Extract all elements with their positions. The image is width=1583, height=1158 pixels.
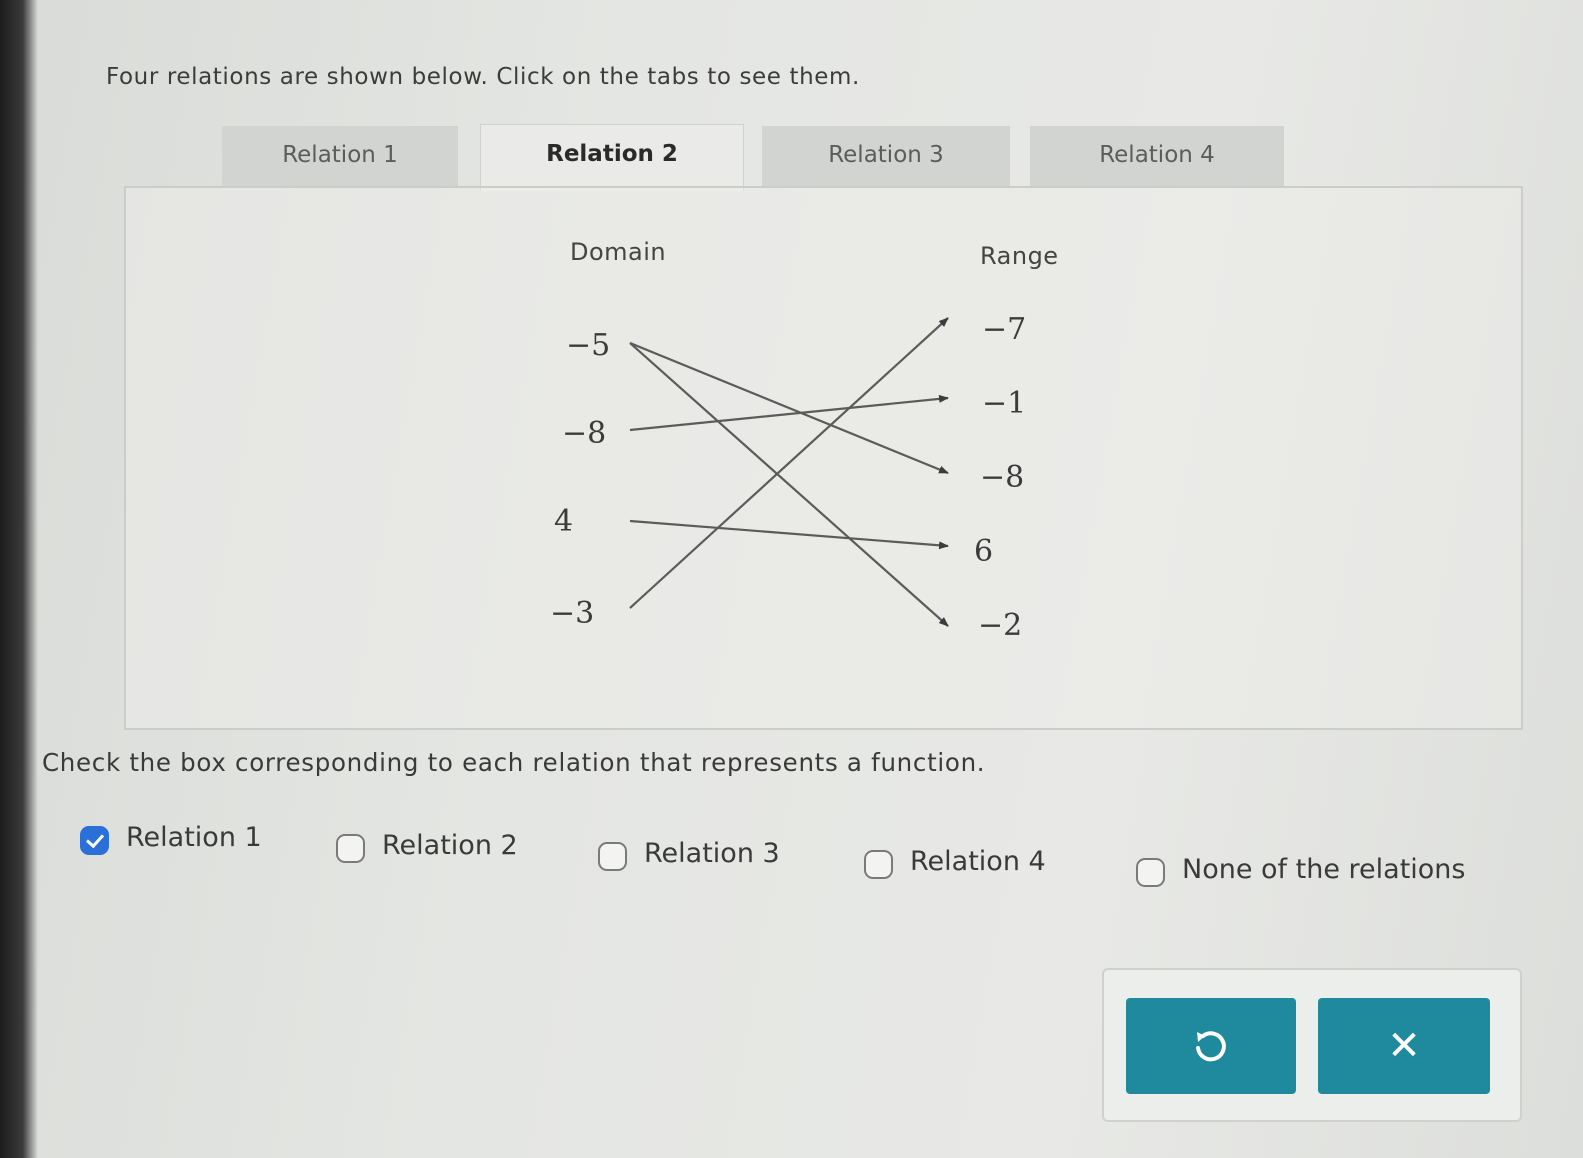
checkbox[interactable] [1136, 858, 1165, 887]
clear-button[interactable]: ✕ [1318, 998, 1490, 1094]
option-label: Relation 4 [910, 846, 1046, 877]
mapping-arrow [629, 394, 949, 432]
mapping-arrow [629, 342, 949, 627]
question-text: Check the box corresponding to each rela… [42, 748, 986, 777]
checkbox[interactable] [864, 850, 893, 879]
option-label: Relation 1 [126, 822, 262, 853]
relation-tabs: Relation 1 Relation 2 Relation 3 Relatio… [222, 124, 1292, 191]
close-icon: ✕ [1387, 1023, 1421, 1069]
option-label: Relation 3 [644, 838, 780, 869]
tab-relation-1[interactable]: Relation 1 [222, 126, 458, 188]
tab-relation-4[interactable]: Relation 4 [1030, 126, 1284, 188]
relation-panel: Domain Range −5 −8 4 −3 −7 −1 −8 6 −2 [124, 186, 1523, 730]
checkbox[interactable] [336, 834, 365, 863]
action-bar: ✕ [1102, 968, 1522, 1122]
mapping-arrow [629, 519, 949, 550]
undo-button[interactable] [1126, 998, 1296, 1094]
tab-relation-3[interactable]: Relation 3 [762, 126, 1010, 188]
checkbox[interactable] [598, 842, 627, 871]
checkbox[interactable] [80, 826, 109, 855]
tab-relation-2[interactable]: Relation 2 [480, 124, 744, 191]
mapping-diagram [629, 317, 949, 627]
option-label: None of the relations [1182, 854, 1466, 885]
screen-edge [0, 0, 38, 1158]
option-label: Relation 2 [382, 830, 518, 861]
undo-icon [1196, 1031, 1226, 1062]
instruction-text: Four relations are shown below. Click on… [106, 64, 860, 90]
